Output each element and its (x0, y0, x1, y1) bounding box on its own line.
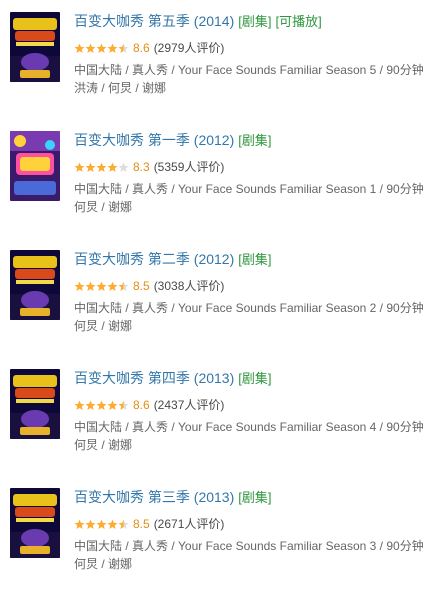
star-rating (74, 519, 129, 530)
vote-count: (3038人评价) (153, 279, 225, 293)
star-icon (118, 162, 129, 172)
category-tag[interactable]: [剧集] (238, 133, 271, 148)
star-rating (74, 281, 129, 292)
show-title-link[interactable]: 百变大咖秀 第一季 (2012) (74, 132, 234, 148)
star-icon (74, 43, 85, 53)
category-tag[interactable]: [剧集] (238, 252, 271, 267)
star-icon (85, 43, 96, 53)
rating-score: 8.3 (133, 160, 150, 174)
star-icon (74, 400, 85, 410)
poster-image[interactable] (10, 250, 60, 320)
vote-count: (2437人评价) (153, 398, 225, 412)
star-icon (107, 519, 118, 529)
poster-image[interactable] (10, 131, 60, 201)
result-item: 百变大咖秀 第五季 (2014) [剧集] [可播放] 8.6 (2979人评价) 中… (0, 8, 446, 118)
vote-count: (2979人评价) (153, 41, 225, 55)
star-icon (118, 519, 129, 529)
star-icon (107, 162, 118, 172)
star-icon (85, 281, 96, 291)
star-icon (96, 400, 107, 410)
star-icon (96, 281, 107, 291)
cast-line: 何炅 / 谢娜 (74, 200, 133, 214)
vote-count: (5359人评价) (153, 160, 225, 174)
star-icon (74, 162, 85, 172)
rating-score: 8.5 (133, 517, 150, 531)
cast-line: 何炅 / 谢娜 (74, 438, 133, 452)
show-info-line: 中国大陆 / 真人秀 / Your Face Sounds Familiar S… (74, 539, 424, 553)
poster-image[interactable] (10, 369, 60, 439)
result-item: 百变大咖秀 第二季 (2012) [剧集] 8.5 (3038人评价) 中国大陆 /… (0, 246, 446, 356)
category-tag[interactable]: [剧集] (238, 371, 271, 386)
result-item: 百变大咖秀 第三季 (2013) [剧集] 8.5 (2671人评价) 中国大陆 /… (0, 484, 446, 594)
rating-score: 8.6 (133, 398, 150, 412)
star-icon (96, 519, 107, 529)
cast-line: 何炅 / 谢娜 (74, 319, 133, 333)
vote-count: (2671人评价) (153, 517, 225, 531)
show-info-line: 中国大陆 / 真人秀 / Your Face Sounds Familiar S… (74, 420, 424, 434)
rating-score: 8.6 (133, 41, 150, 55)
star-rating (74, 162, 129, 173)
result-item: 百变大咖秀 第一季 (2012) [剧集] 8.3 (5359人评价) 中国大陆 /… (0, 127, 446, 237)
star-icon (96, 162, 107, 172)
result-item: 百变大咖秀 第四季 (2013) [剧集] 8.6 (2437人评价) 中国大陆 /… (0, 365, 446, 475)
category-tag[interactable]: [剧集] (238, 14, 271, 29)
show-title-link[interactable]: 百变大咖秀 第四季 (2013) (74, 370, 234, 386)
rating-score: 8.5 (133, 279, 150, 293)
star-icon (96, 43, 107, 53)
star-icon (107, 43, 118, 53)
star-icon (74, 281, 85, 291)
playable-tag[interactable]: [可播放] (275, 14, 321, 29)
show-info-line: 中国大陆 / 真人秀 / Your Face Sounds Familiar S… (74, 301, 424, 315)
search-results-list: 百变大咖秀 第五季 (2014) [剧集] [可播放] 8.6 (2979人评价) 中… (0, 0, 446, 576)
star-rating (74, 43, 129, 54)
star-icon (118, 400, 129, 410)
tv-show-poster-icon (10, 369, 60, 439)
tv-show-poster-icon (10, 488, 60, 558)
star-icon (74, 519, 85, 529)
cast-line: 洪涛 / 何炅 / 谢娜 (74, 81, 167, 95)
star-icon (85, 162, 96, 172)
show-title-link[interactable]: 百变大咖秀 第五季 (2014) (74, 13, 234, 29)
poster-image[interactable] (10, 12, 60, 82)
star-icon (85, 519, 96, 529)
show-info-line: 中国大陆 / 真人秀 / Your Face Sounds Familiar S… (74, 63, 424, 77)
tv-show-poster-icon (10, 12, 60, 82)
category-tag[interactable]: [剧集] (238, 490, 271, 505)
star-icon (118, 281, 129, 291)
poster-image[interactable] (10, 488, 60, 558)
star-icon (118, 43, 129, 53)
show-title-link[interactable]: 百变大咖秀 第三季 (2013) (74, 489, 234, 505)
tv-show-poster-icon (10, 131, 60, 201)
star-icon (85, 400, 96, 410)
star-rating (74, 400, 129, 411)
tv-show-poster-icon (10, 250, 60, 320)
cast-line: 何炅 / 谢娜 (74, 557, 133, 571)
star-icon (107, 281, 118, 291)
show-title-link[interactable]: 百变大咖秀 第二季 (2012) (74, 251, 234, 267)
star-icon (107, 400, 118, 410)
show-info-line: 中国大陆 / 真人秀 / Your Face Sounds Familiar S… (74, 182, 424, 196)
